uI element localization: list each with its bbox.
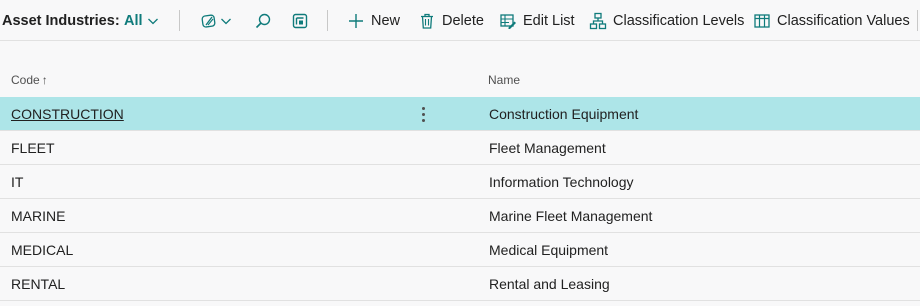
layout-icon	[292, 13, 308, 28]
column-header-code-label: Code	[11, 73, 40, 87]
list-rows: CONSTRUCTION Construction Equipment FLEE…	[0, 97, 920, 301]
column-header-name[interactable]: Name	[488, 73, 520, 87]
table-icon	[754, 13, 770, 28]
analysis-mode-icon	[201, 14, 216, 28]
view-filter-all[interactable]: All	[124, 0, 159, 41]
table-row[interactable]: CONSTRUCTION Construction Equipment	[0, 97, 920, 131]
code-cell-link[interactable]: CONSTRUCTION	[11, 97, 124, 131]
view-filter-label: All	[124, 12, 143, 29]
table-row[interactable]: MEDICAL Medical Equipment	[0, 233, 920, 267]
new-button[interactable]: New	[347, 0, 400, 41]
code-cell: RENTAL	[11, 276, 66, 292]
table-row[interactable]: RENTAL Rental and Leasing	[0, 267, 920, 301]
hierarchy-icon	[589, 12, 607, 29]
classification-values-button-label: Classification Values	[777, 12, 910, 29]
search-button[interactable]	[254, 0, 272, 41]
chevron-down-icon	[221, 18, 231, 24]
trash-icon	[421, 13, 433, 29]
code-cell: IT	[11, 174, 24, 190]
delete-button-label: Delete	[442, 12, 484, 29]
toolbar-divider	[327, 10, 328, 31]
plus-icon	[349, 13, 363, 28]
edit-list-button-label: Edit List	[523, 12, 575, 29]
edit-list-icon	[500, 13, 516, 29]
name-cell: Construction Equipment	[489, 106, 639, 122]
row-actions-menu-icon[interactable]	[415, 104, 431, 124]
classification-levels-button[interactable]: Classification Levels	[589, 0, 744, 41]
analysis-mode-button[interactable]	[200, 0, 232, 41]
classification-values-button[interactable]: Classification Values	[753, 0, 910, 41]
toolbar-divider	[917, 10, 918, 31]
personalize-button[interactable]	[291, 0, 309, 41]
name-cell: Fleet Management	[489, 140, 606, 156]
edit-list-button[interactable]: Edit List	[499, 0, 575, 41]
code-cell: FLEET	[11, 140, 55, 156]
action-bar: Asset Industries: All New Delete Edit Li…	[0, 0, 920, 41]
search-icon	[255, 13, 271, 28]
name-cell: Medical Equipment	[489, 242, 609, 258]
column-header-code[interactable]: Code ↑	[11, 73, 48, 87]
table-row[interactable]: FLEET Fleet Management	[0, 131, 920, 165]
sort-ascending-icon: ↑	[41, 73, 48, 87]
code-cell: MEDICAL	[11, 242, 74, 258]
chevron-down-icon	[147, 18, 158, 24]
code-cell: MARINE	[11, 208, 66, 224]
name-cell: Information Technology	[489, 174, 634, 190]
new-button-label: New	[371, 12, 401, 29]
table-row[interactable]: MARINE Marine Fleet Management	[0, 199, 920, 233]
delete-button[interactable]: Delete	[418, 0, 484, 41]
classification-levels-button-label: Classification Levels	[613, 12, 745, 29]
toolbar-divider	[179, 10, 180, 31]
table-row[interactable]: IT Information Technology	[0, 165, 920, 199]
page-title: Asset Industries:	[2, 12, 120, 29]
name-cell: Marine Fleet Management	[489, 208, 653, 224]
column-header-name-label: Name	[488, 73, 521, 87]
name-cell: Rental and Leasing	[489, 276, 610, 292]
